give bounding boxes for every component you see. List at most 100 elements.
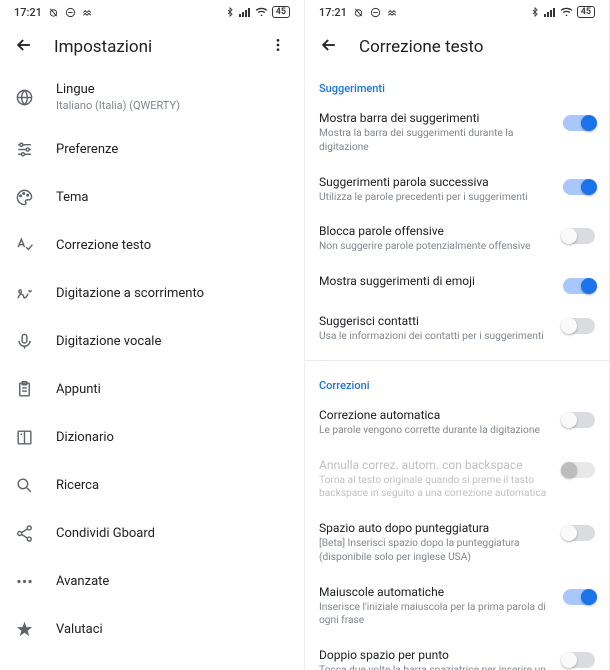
setting-title: Maiuscole automatiche [319, 585, 551, 599]
spellcheck-icon [14, 235, 34, 255]
row-label: Appunti [56, 382, 290, 397]
setting-sub: Utilizza le parole precedenti per i sugg… [319, 191, 551, 205]
divider [305, 360, 609, 361]
row-glide-typing[interactable]: Digitazione a scorrimento [0, 269, 304, 317]
row-rate[interactable]: Valutaci [0, 605, 304, 653]
status-bar: 17:21 45 [0, 0, 304, 24]
row-label: Condividi Gboard [56, 526, 290, 541]
row-label: Preferenze [56, 142, 290, 157]
toggle-switch[interactable] [563, 278, 595, 294]
section-corrections: Correzioni [305, 367, 609, 398]
gesture-icon [14, 283, 34, 303]
setting-sub: [Beta] Inserisci spazio dopo la punteggi… [319, 537, 551, 565]
row-label: Correzione testo [56, 238, 290, 253]
toggle-switch[interactable] [563, 412, 595, 428]
row-autocapitalize[interactable]: Maiuscole automatiche Inserisce l'inizia… [305, 575, 609, 639]
row-label: Digitazione a scorrimento [56, 286, 290, 301]
row-search[interactable]: Ricerca [0, 461, 304, 509]
app-bar: Correzione testo [305, 24, 609, 70]
setting-title: Annulla correz. autom. con backspace [319, 458, 551, 472]
dnd-icon [65, 7, 76, 18]
row-double-space-period[interactable]: Doppio spazio per punto Tocca due volte … [305, 638, 609, 670]
status-left: 17:21 [319, 6, 398, 19]
toggle-switch[interactable] [563, 115, 595, 131]
row-autospace[interactable]: Spazio auto dopo punteggiatura [Beta] In… [305, 511, 609, 575]
wifi-icon [560, 7, 573, 17]
bluetooth-icon [225, 7, 235, 17]
setting-title: Suggerisci contatti [319, 314, 551, 328]
app-bar: Impostazioni [0, 24, 304, 70]
star-icon [14, 619, 34, 639]
row-label: Valutaci [56, 622, 290, 637]
back-icon[interactable] [14, 35, 34, 59]
status-right: 45 [225, 6, 290, 18]
book-icon [14, 427, 34, 447]
row-label: Digitazione vocale [56, 334, 290, 349]
battery-indicator: 45 [577, 6, 595, 18]
row-advanced[interactable]: Avanzate [0, 557, 304, 605]
toggle-switch[interactable] [563, 179, 595, 195]
app-icon [82, 7, 93, 18]
row-clipboard[interactable]: Appunti [0, 365, 304, 413]
row-label: Ricerca [56, 478, 290, 493]
setting-sub: Inserisce l'iniziale maiuscola per la pr… [319, 601, 551, 629]
correction-list: Suggerimenti Mostra barra dei suggerimen… [305, 70, 609, 670]
palette-icon [14, 187, 34, 207]
setting-title: Suggerimenti parola successiva [319, 175, 551, 189]
section-suggestions: Suggerimenti [305, 70, 609, 101]
setting-title: Doppio spazio per punto [319, 648, 551, 662]
clipboard-icon [14, 379, 34, 399]
status-right: 45 [530, 6, 595, 18]
row-sublabel: Italiano (Italia) (QWERTY) [56, 99, 290, 113]
row-next-word[interactable]: Suggerimenti parola successiva Utilizza … [305, 165, 609, 215]
row-suggestion-strip[interactable]: Mostra barra dei suggerimenti Mostra la … [305, 101, 609, 165]
toggle-switch[interactable] [563, 589, 595, 605]
row-autocorrect[interactable]: Correzione automatica Le parole vengono … [305, 398, 609, 448]
alarm-off-icon [48, 7, 59, 18]
row-emoji-suggestions[interactable]: Mostra suggerimenti di emoji [305, 264, 609, 304]
setting-sub: Usa le informazioni dei contatti per i s… [319, 330, 551, 344]
row-preferences[interactable]: Preferenze [0, 125, 304, 173]
setting-sub: Le parole vengono corrette durante la di… [319, 424, 551, 438]
dnd-icon [370, 7, 381, 18]
search-icon [14, 475, 34, 495]
status-time: 17:21 [319, 6, 347, 19]
toggle-switch[interactable] [563, 318, 595, 334]
back-icon[interactable] [319, 35, 339, 59]
battery-indicator: 45 [272, 6, 290, 18]
status-bar: 17:21 45 [305, 0, 609, 24]
toggle-switch[interactable] [563, 228, 595, 244]
row-text: Lingue Italiano (Italia) (QWERTY) [56, 82, 290, 113]
status-left: 17:21 [14, 6, 93, 19]
setting-title: Mostra suggerimenti di emoji [319, 274, 551, 288]
screen-settings: 17:21 45 Impostazioni Lingue Italiano (I… [0, 0, 305, 670]
toggle-switch[interactable] [563, 525, 595, 541]
row-voice-typing[interactable]: Digitazione vocale [0, 317, 304, 365]
signal-icon [239, 7, 251, 17]
bluetooth-icon [530, 7, 540, 17]
row-block-offensive[interactable]: Blocca parole offensive Non suggerire pa… [305, 214, 609, 264]
row-dictionary[interactable]: Dizionario [0, 413, 304, 461]
page-title: Impostazioni [54, 37, 246, 57]
row-languages[interactable]: Lingue Italiano (Italia) (QWERTY) [0, 70, 304, 125]
overflow-menu-icon[interactable] [266, 33, 290, 61]
row-undo-autocorrect: Annulla correz. autom. con backspace Tor… [305, 448, 609, 512]
more-icon [14, 571, 34, 591]
row-label: Lingue [56, 82, 290, 97]
row-label: Dizionario [56, 430, 290, 445]
globe-icon [14, 88, 34, 108]
alarm-off-icon [353, 7, 364, 18]
status-time: 17:21 [14, 6, 42, 19]
settings-list: Lingue Italiano (Italia) (QWERTY) Prefer… [0, 70, 304, 670]
setting-sub: Non suggerire parole potenzialmente offe… [319, 240, 551, 254]
app-icon [387, 7, 398, 18]
setting-title: Spazio auto dopo punteggiatura [319, 521, 551, 535]
signal-icon [544, 7, 556, 17]
toggle-switch [563, 462, 595, 478]
toggle-switch[interactable] [563, 652, 595, 668]
row-text-correction[interactable]: Correzione testo [0, 221, 304, 269]
row-share[interactable]: Condividi Gboard [0, 509, 304, 557]
setting-sub: Mostra la barra dei suggerimenti durante… [319, 127, 551, 155]
row-suggest-contacts[interactable]: Suggerisci contatti Usa le informazioni … [305, 304, 609, 354]
row-theme[interactable]: Tema [0, 173, 304, 221]
